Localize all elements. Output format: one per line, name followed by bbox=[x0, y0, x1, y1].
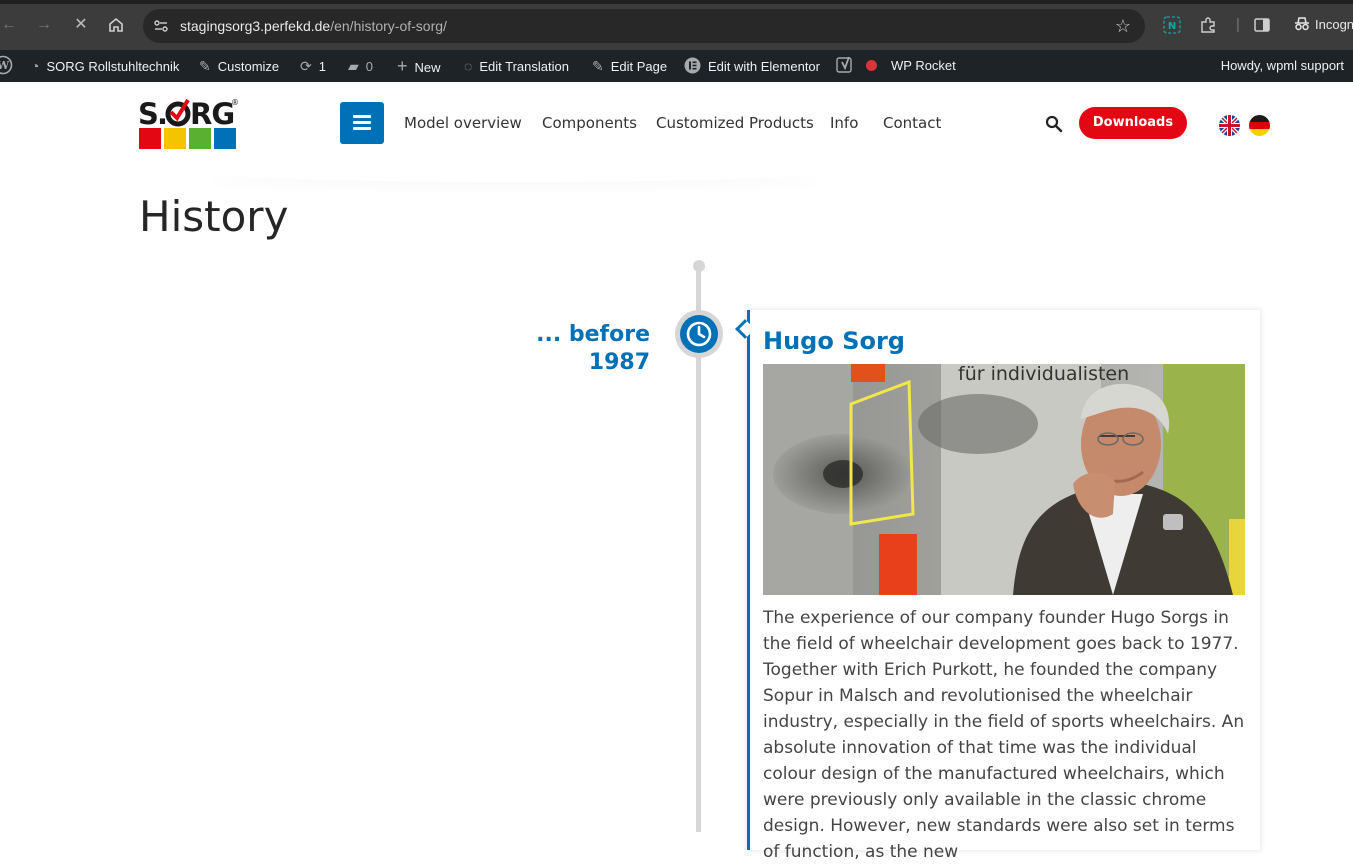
wp-updates-count: 1 bbox=[318, 59, 326, 74]
url-host: stagingsorg3.perfekd.de bbox=[180, 18, 331, 34]
side-panel-icon[interactable] bbox=[1253, 14, 1271, 36]
plus-icon: + bbox=[397, 56, 408, 76]
search-icon[interactable] bbox=[1045, 115, 1063, 133]
wp-edit-page[interactable]: ✎ Edit Page bbox=[592, 50, 667, 82]
elementor-icon bbox=[684, 50, 701, 82]
nav-info[interactable]: Info bbox=[830, 114, 858, 132]
wp-new-label: New bbox=[414, 60, 441, 75]
wp-edit-elementor-label: Edit with Elementor bbox=[708, 59, 820, 74]
site-info-icon[interactable] bbox=[153, 18, 169, 34]
wp-customize-label: Customize bbox=[217, 59, 280, 74]
wp-edit-translation[interactable]: ◌ Edit Translation bbox=[464, 50, 569, 82]
page-title: History bbox=[139, 192, 289, 241]
nav-contact[interactable]: Contact bbox=[883, 114, 941, 132]
forward-icon[interactable]: → bbox=[33, 14, 55, 36]
svg-text:RG: RG bbox=[190, 97, 234, 131]
updates-icon: ⟳ bbox=[300, 58, 312, 74]
wp-site-name-label: SORG Rollstuhltechnik bbox=[46, 59, 180, 74]
wp-account[interactable]: Howdy, wpml support bbox=[1221, 50, 1344, 82]
svg-text:®: ® bbox=[231, 98, 239, 107]
comment-icon: ▰ bbox=[348, 58, 359, 74]
translate-icon: ◌ bbox=[464, 58, 473, 74]
wp-site-name[interactable]: ◔ SORG Rollstuhltechnik bbox=[31, 50, 179, 82]
wp-edit-elementor[interactable]: Edit with Elementor bbox=[684, 50, 820, 82]
photo-background-text: für individualisten bbox=[958, 364, 1129, 385]
wp-rocket[interactable]: WP Rocket bbox=[866, 50, 956, 82]
wp-edit-translation-label: Edit Translation bbox=[479, 59, 569, 74]
bookmark-star-icon[interactable]: ☆ bbox=[1115, 16, 1131, 36]
status-dot-icon bbox=[866, 60, 877, 72]
sorg-logo[interactable]: S . RG ® bbox=[138, 96, 242, 152]
wp-howdy-label: Howdy, wpml support bbox=[1220, 58, 1344, 73]
brush-icon: ✎ bbox=[199, 58, 211, 74]
incognito-label: Incogn bbox=[1315, 17, 1353, 32]
downloads-button[interactable]: Downloads bbox=[1079, 107, 1187, 139]
wp-comments-count: 0 bbox=[365, 59, 374, 74]
nav-model-overview[interactable]: Model overview bbox=[404, 114, 522, 132]
nav-customized-products[interactable]: Customized Products bbox=[656, 114, 814, 132]
url-text: stagingsorg3.perfekd.de/en/history-of-so… bbox=[180, 18, 447, 34]
hugo-sorg-photo: für individualisten bbox=[763, 364, 1245, 595]
flag-german-icon[interactable] bbox=[1249, 115, 1270, 136]
wp-customize[interactable]: ✎ Customize bbox=[199, 50, 279, 82]
menu-toggle-button[interactable] bbox=[340, 102, 384, 144]
wp-rocket-label: WP Rocket bbox=[891, 58, 956, 73]
flag-english-icon[interactable] bbox=[1219, 115, 1240, 136]
timeline-marker bbox=[675, 310, 723, 358]
svg-text:W: W bbox=[0, 59, 10, 72]
extensions-puzzle-icon[interactable] bbox=[1199, 14, 1217, 36]
timeline-start-dot bbox=[693, 260, 705, 272]
wp-new[interactable]: + New bbox=[397, 50, 441, 82]
header-divider bbox=[200, 160, 830, 182]
stop-loading-icon[interactable]: ✕ bbox=[70, 14, 92, 36]
back-icon[interactable]: ← bbox=[0, 14, 20, 36]
wp-edit-page-label: Edit Page bbox=[610, 59, 668, 74]
pencil-icon: ✎ bbox=[592, 58, 604, 74]
wp-updates[interactable]: ⟳ 1 bbox=[300, 50, 326, 82]
wp-comments[interactable]: ▰ 0 bbox=[348, 50, 373, 82]
address-bar[interactable]: stagingsorg3.perfekd.de/en/history-of-so… bbox=[143, 9, 1145, 43]
wordpress-logo-icon[interactable]: W bbox=[0, 50, 13, 82]
home-icon[interactable] bbox=[105, 14, 127, 36]
incognito-indicator[interactable]: Incogn bbox=[1294, 14, 1353, 36]
svg-text:N: N bbox=[1168, 21, 1176, 32]
wp-admin-bar: W ◔ SORG Rollstuhltechnik ✎ Customize ⟳ 1 ▰… bbox=[0, 50, 1353, 82]
card-body-text: The experience of our company founder Hu… bbox=[763, 608, 1245, 862]
dashboard-icon: ◔ bbox=[31, 58, 40, 74]
svg-text:S: S bbox=[138, 97, 158, 131]
url-path: /en/history-of-sorg/ bbox=[330, 18, 447, 34]
timeline-era-label: ... before 1987 bbox=[536, 322, 650, 375]
hamburger-icon bbox=[353, 115, 371, 118]
card-title: Hugo Sorg bbox=[763, 327, 905, 355]
yoast-icon[interactable] bbox=[836, 50, 854, 82]
nav-components[interactable]: Components bbox=[542, 114, 637, 132]
browser-toolbar: ← → ✕ stagingsorg3.perfekd.de/en/history… bbox=[0, 0, 1353, 50]
extension-n-icon[interactable]: N bbox=[1163, 14, 1181, 36]
toolbar-divider: | bbox=[1236, 16, 1240, 33]
clock-icon bbox=[680, 315, 718, 353]
